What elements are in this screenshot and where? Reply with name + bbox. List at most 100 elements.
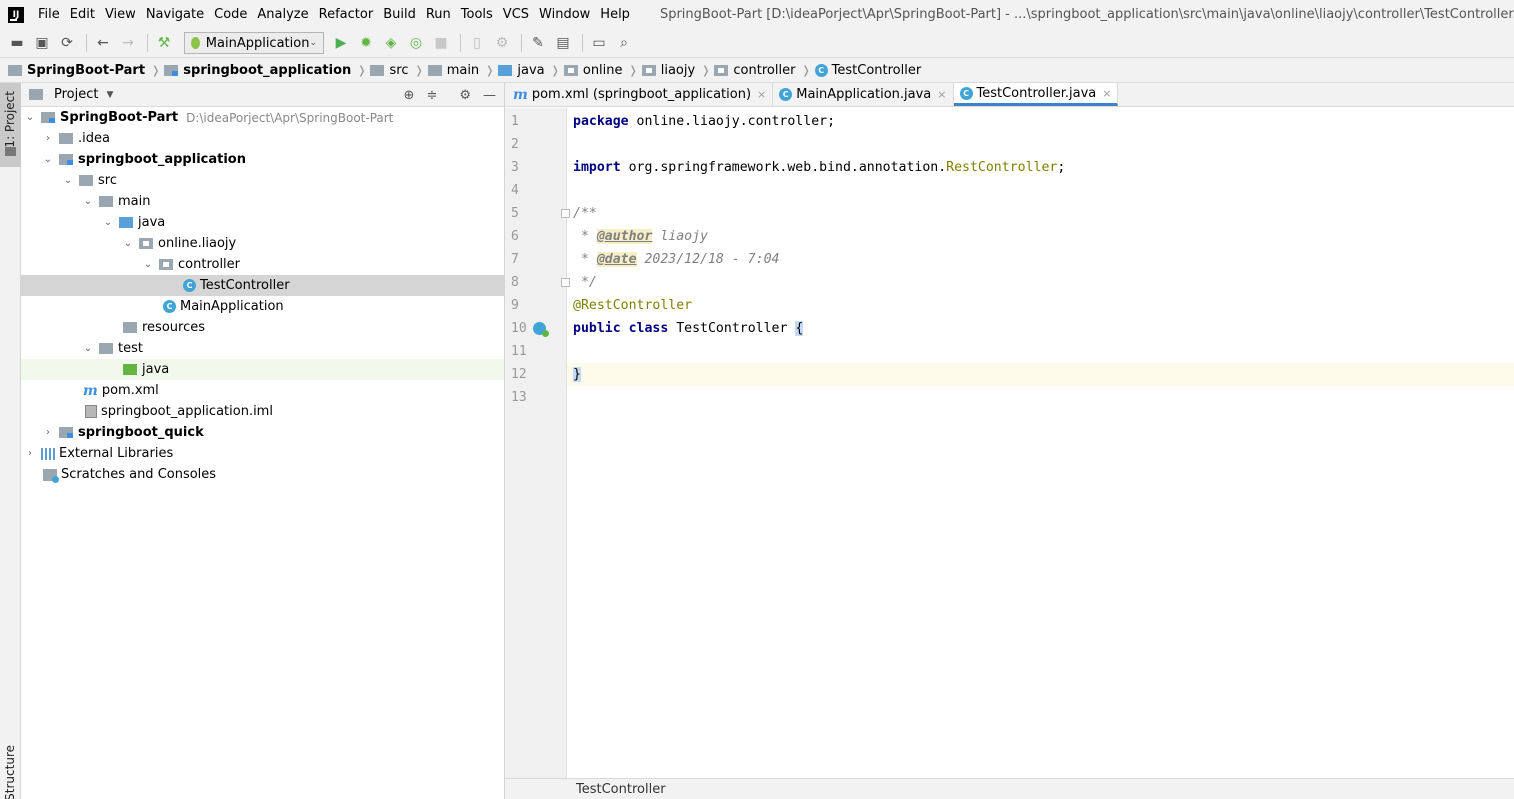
tree-node[interactable]: ⌄ main: [21, 191, 504, 212]
project-tool-tab[interactable]: 1: Project: [0, 83, 21, 167]
menu-vcs[interactable]: VCS: [503, 7, 529, 22]
run-icon[interactable]: ▶: [330, 32, 352, 54]
gear-icon[interactable]: ⚙: [459, 88, 471, 103]
menu-navigate[interactable]: Navigate: [146, 7, 204, 22]
attach-debugger-icon[interactable]: ▯: [466, 32, 488, 54]
tree-node[interactable]: m pom.xml: [21, 380, 504, 401]
folder-icon: [99, 343, 113, 354]
close-icon[interactable]: ×: [1102, 87, 1111, 100]
chevron-down-icon[interactable]: ⌄: [61, 175, 75, 186]
tree-node[interactable]: Scratches and Consoles: [21, 464, 504, 485]
profile-icon[interactable]: ◎: [405, 32, 427, 54]
chevron-down-icon[interactable]: ⌄: [121, 238, 135, 249]
close-icon[interactable]: ×: [937, 88, 946, 101]
back-arrow-icon[interactable]: ←: [92, 32, 114, 54]
code-line: public class TestController {: [573, 321, 804, 336]
tree-node[interactable]: ⌄ SpringBoot-Part D:\ideaPorject\Apr\Spr…: [21, 107, 504, 128]
chevron-down-icon[interactable]: ▼: [106, 90, 113, 100]
chevron-down-icon[interactable]: ⌄: [81, 343, 95, 354]
vcs-update-icon[interactable]: ⚙: [491, 32, 513, 54]
tree-node[interactable]: ⌄ springboot_application: [21, 149, 504, 170]
tab-pom-xml[interactable]: m pom.xml (springboot_application) ×: [507, 83, 774, 106]
menu-help[interactable]: Help: [600, 7, 630, 22]
tree-node[interactable]: resources: [21, 317, 504, 338]
breadcrumb-item[interactable]: springboot_application ❭: [164, 63, 366, 78]
structure-tool-tab[interactable]: Structure: [3, 745, 17, 799]
module-folder-icon: [59, 427, 73, 438]
breadcrumb-item[interactable]: controller ❭: [714, 63, 811, 78]
tree-node[interactable]: ⌄ java: [21, 212, 504, 233]
tab-test-controller[interactable]: C TestController.java ×: [953, 83, 1119, 106]
maven-file-icon: m: [513, 86, 528, 103]
search-icon[interactable]: ⌕: [613, 32, 635, 54]
chevron-down-icon[interactable]: ⌄: [23, 112, 37, 123]
terminal-icon[interactable]: ▭: [588, 32, 610, 54]
tree-node-selected[interactable]: C TestController: [21, 275, 504, 296]
debug-icon[interactable]: ✹: [355, 32, 377, 54]
menu-analyze[interactable]: Analyze: [257, 7, 308, 22]
tree-node[interactable]: C MainApplication: [21, 296, 504, 317]
editor-breadcrumb-class[interactable]: TestController: [576, 782, 666, 797]
class-icon: C: [959, 86, 973, 100]
tree-node[interactable]: ⌄ controller: [21, 254, 504, 275]
tree-node[interactable]: › springboot_quick: [21, 422, 504, 443]
menu-window[interactable]: Window: [539, 7, 590, 22]
locate-target-icon[interactable]: ⊕: [404, 88, 415, 103]
menu-tools[interactable]: Tools: [461, 7, 493, 22]
tree-node[interactable]: java: [21, 359, 504, 380]
line-number: 8: [511, 275, 519, 290]
line-number-gutter: 1 2 3 4 5 6 7 8 9 10 11 12 13: [505, 108, 570, 778]
breadcrumb-item[interactable]: SpringBoot-Part ❭: [8, 63, 160, 78]
breadcrumb-item[interactable]: online ❭: [563, 63, 638, 78]
tree-node[interactable]: ⌄ src: [21, 170, 504, 191]
menu-refactor[interactable]: Refactor: [319, 7, 374, 22]
settings-wrench-icon[interactable]: ✎: [527, 32, 549, 54]
code-area[interactable]: package online.liaojy.controller; import…: [567, 108, 1514, 778]
tree-node[interactable]: ⌄ online.liaojy: [21, 233, 504, 254]
breadcrumb-item[interactable]: main ❭: [427, 63, 494, 78]
collapse-all-icon[interactable]: ≑: [426, 88, 437, 103]
project-root-path: D:\ideaPorject\Apr\SpringBoot-Part: [186, 110, 394, 125]
chevron-down-icon[interactable]: ⌄: [81, 196, 95, 207]
breadcrumb-item[interactable]: java ❭: [498, 63, 560, 78]
library-icon: [41, 447, 55, 460]
menu-build[interactable]: Build: [383, 7, 416, 22]
chevron-down-icon[interactable]: ⌄: [141, 259, 155, 270]
tree-node[interactable]: springboot_application.iml: [21, 401, 504, 422]
breadcrumb-item[interactable]: C TestController: [814, 63, 921, 78]
menu-file[interactable]: File: [38, 7, 60, 22]
chevron-down-icon[interactable]: ⌄: [101, 217, 115, 228]
module-folder-icon: [41, 112, 55, 123]
run-coverage-icon[interactable]: ◈: [380, 32, 402, 54]
module-folder-icon: [59, 154, 73, 165]
code-line: * @date 2023/12/18 - 7:04: [573, 252, 780, 267]
tree-node[interactable]: ⌄ test: [21, 338, 504, 359]
menu-code[interactable]: Code: [214, 7, 247, 22]
sync-icon[interactable]: ⟳: [56, 32, 78, 54]
minimize-icon[interactable]: —: [483, 88, 496, 103]
chevron-right-icon[interactable]: ›: [23, 448, 37, 459]
chevron-down-icon[interactable]: ⌄: [41, 154, 55, 165]
chevron-right-icon[interactable]: ›: [41, 133, 55, 144]
breadcrumb-item[interactable]: liaojy ❭: [641, 63, 710, 78]
save-all-icon[interactable]: ▣: [31, 32, 53, 54]
tree-node[interactable]: › External Libraries: [21, 443, 504, 464]
close-icon[interactable]: ×: [757, 88, 766, 101]
spring-boot-class-icon: C: [163, 300, 176, 313]
spring-bean-gutter-icon[interactable]: [533, 322, 549, 337]
build-hammer-icon[interactable]: ⚒: [153, 32, 175, 54]
project-view-select[interactable]: Project: [54, 87, 98, 102]
tab-main-application[interactable]: C MainApplication.java ×: [773, 83, 954, 106]
breadcrumb-item[interactable]: src ❭: [370, 63, 424, 78]
project-structure-icon[interactable]: ▤: [552, 32, 574, 54]
open-folder-icon[interactable]: ▬: [6, 32, 28, 54]
source-folder-icon: [119, 217, 133, 228]
stop-icon[interactable]: ■: [430, 32, 452, 54]
chevron-right-icon[interactable]: ›: [41, 427, 55, 438]
run-configuration-select[interactable]: MainApplication ⌄: [184, 32, 324, 54]
menu-view[interactable]: View: [105, 7, 136, 22]
forward-arrow-icon[interactable]: →: [117, 32, 139, 54]
menu-edit[interactable]: Edit: [70, 7, 95, 22]
menu-run[interactable]: Run: [426, 7, 451, 22]
tree-node[interactable]: › .idea: [21, 128, 504, 149]
